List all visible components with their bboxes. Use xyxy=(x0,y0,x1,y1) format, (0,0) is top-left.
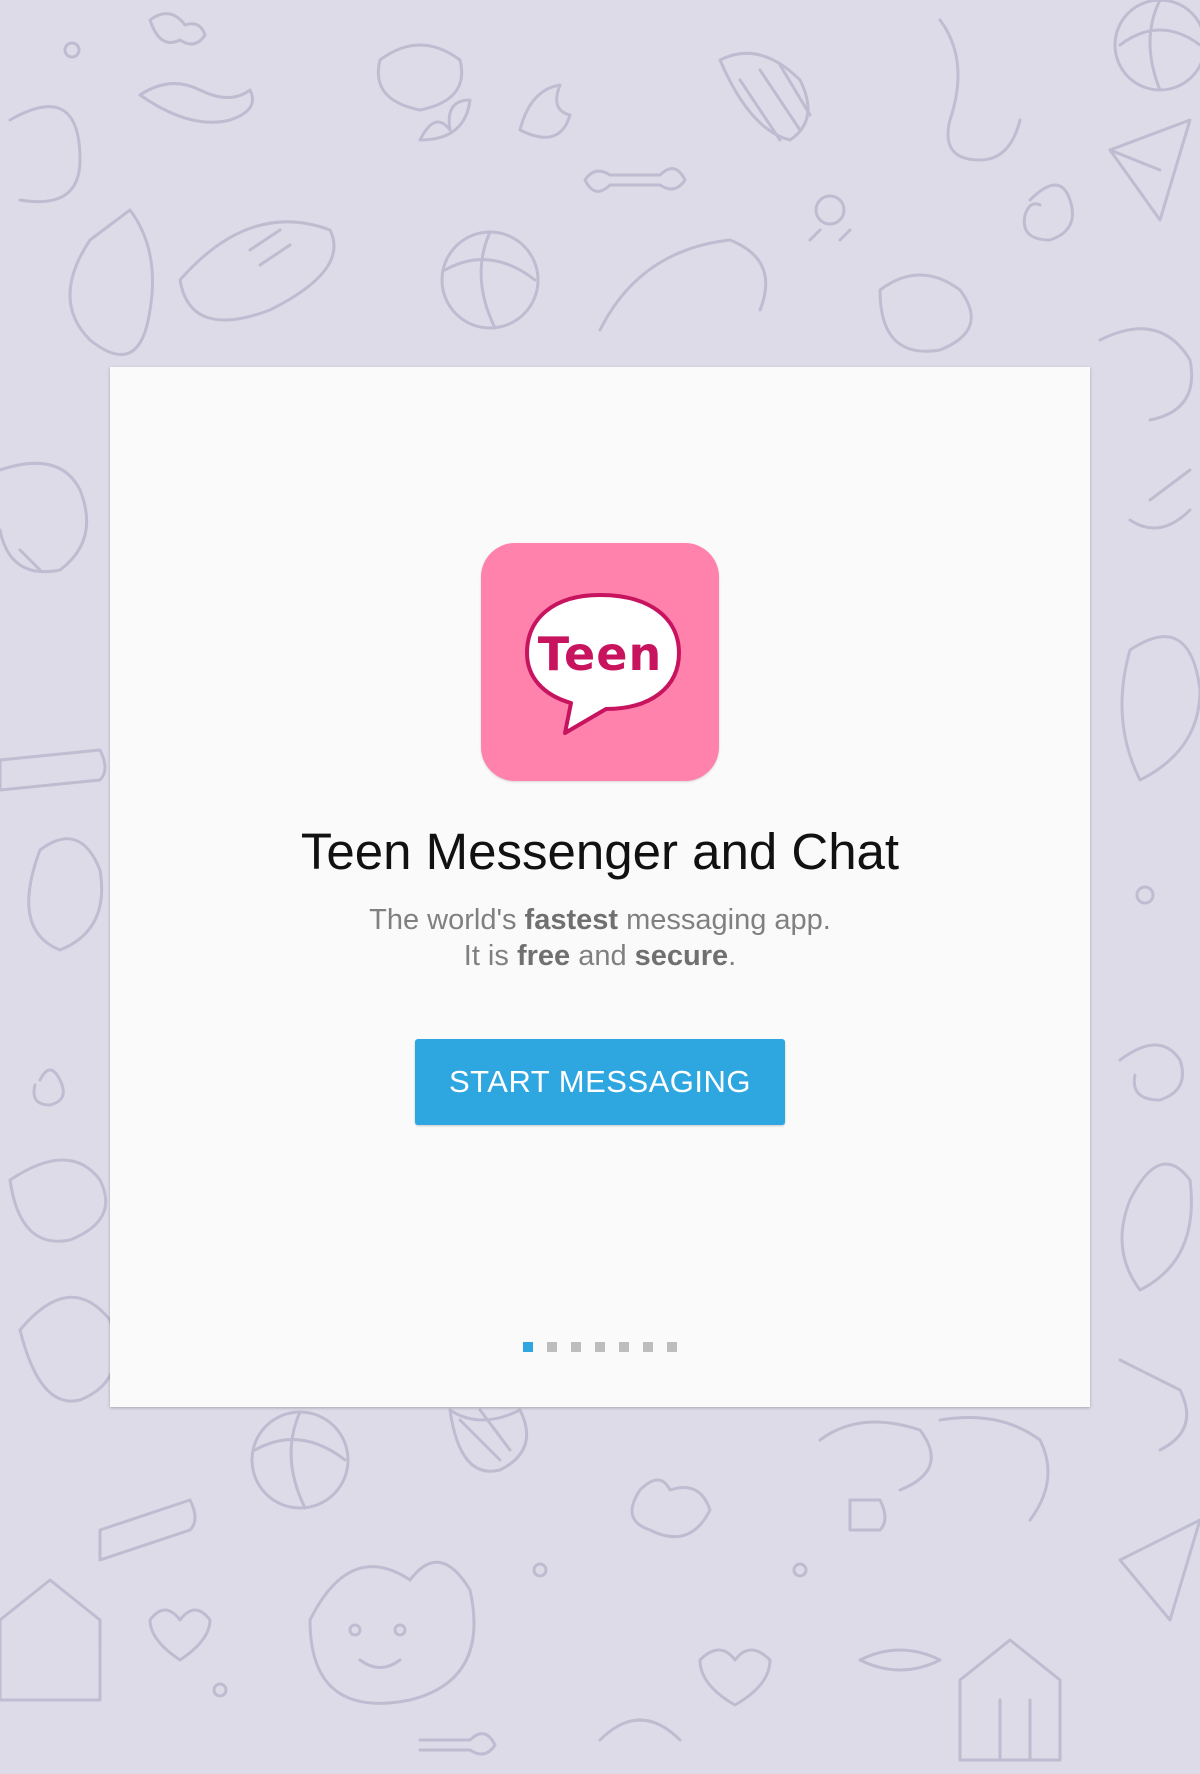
page-dot-4[interactable] xyxy=(595,1342,605,1352)
app-icon-label: Teen xyxy=(537,627,663,681)
subtitle-line-1: The world's fastest messaging app. xyxy=(369,904,831,936)
page-dot-7[interactable] xyxy=(667,1342,677,1352)
subtitle-line-2: It is free and secure. xyxy=(463,940,737,972)
page-dot-2[interactable] xyxy=(547,1342,557,1352)
page-title: Teen Messenger and Chat xyxy=(300,823,900,880)
page-dot-3[interactable] xyxy=(571,1342,581,1352)
subtitle-emphasis-free: free xyxy=(516,940,571,972)
page-dot-5[interactable] xyxy=(619,1342,629,1352)
app-icon: Teen xyxy=(481,543,719,781)
start-messaging-button[interactable]: START MESSAGING xyxy=(415,1039,785,1125)
page-dot-1[interactable] xyxy=(523,1342,533,1352)
page-dot-6[interactable] xyxy=(643,1342,653,1352)
subtitle-emphasis-fastest: fastest xyxy=(524,904,619,936)
subtitle-emphasis-secure: secure xyxy=(634,940,729,972)
subtitle: The world's fastest messaging app. It is… xyxy=(110,902,1090,974)
intro-card: Teen Teen Messenger and Chat The world's… xyxy=(110,367,1090,1407)
